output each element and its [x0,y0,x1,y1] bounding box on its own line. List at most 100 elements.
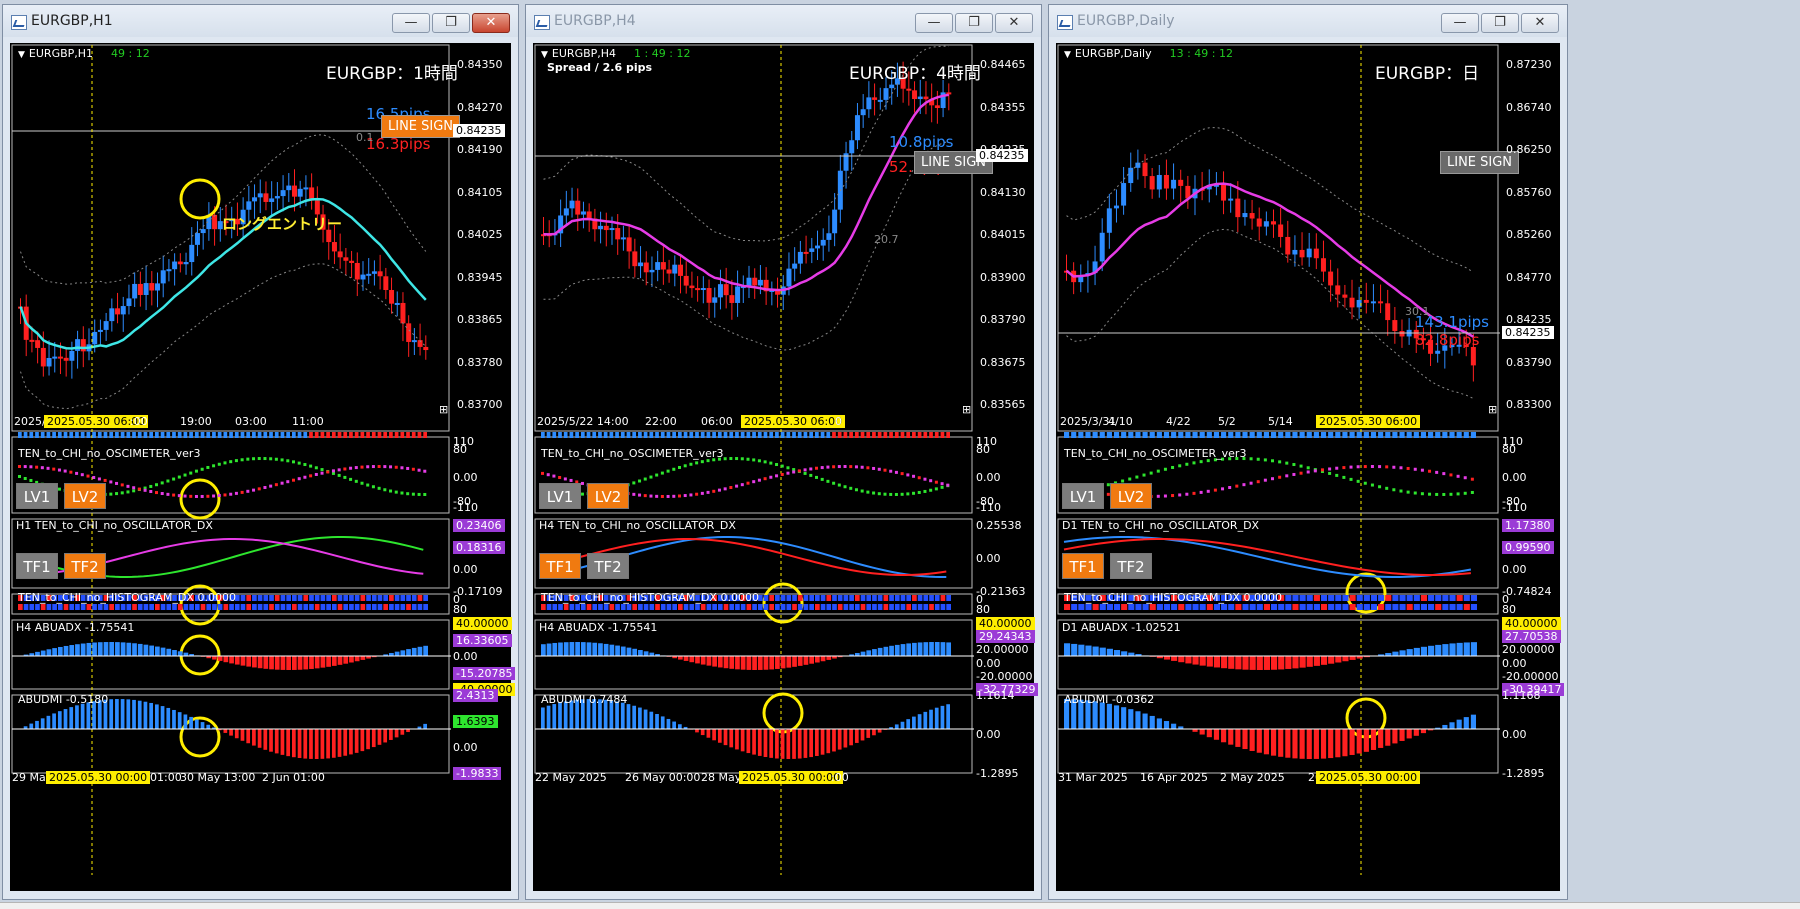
dmi-bar [29,724,33,729]
histogram-cell [292,604,297,610]
signal-strip-cell [298,432,302,438]
window-titlebar[interactable]: EURGBP,H1—❐✕ [3,5,518,37]
lv2-button[interactable]: LV2 [64,483,106,509]
close-button[interactable]: ✕ [995,13,1033,33]
tf1-button[interactable]: TF1 [1062,553,1104,579]
dropdown-triangle-icon[interactable]: ▼ [1064,50,1071,60]
signal-strip-cell [918,432,922,438]
tf2-button[interactable]: TF2 [1110,553,1152,579]
signal-strip-cell [1121,432,1126,438]
crosshair-icon[interactable]: ⊞ [962,403,971,416]
dmi-bar [695,729,699,732]
dropdown-triangle-icon[interactable]: ▼ [541,50,548,60]
maximize-button[interactable]: ❐ [955,13,993,33]
osc-dot [1421,492,1424,495]
histogram-cell [92,604,97,610]
abudmi-title: ABUDMI -0.5180 [18,693,108,706]
adx-bar [1300,656,1306,668]
dmi-bar [343,729,347,756]
side-value: 0.1 [356,131,374,144]
minimize-button[interactable]: — [915,13,953,33]
tf2-button[interactable]: TF2 [64,553,106,579]
adx-bar [878,648,883,656]
histogram-cell [638,604,643,610]
candle-body [1128,168,1133,183]
tf1-button[interactable]: TF1 [16,553,58,579]
histogram-cell [406,595,411,601]
chart-area[interactable]: ▼EURGBP,H149 : 12EURGBP：1時間16.5pips16.3p… [10,43,511,891]
lv2-button[interactable]: LV2 [587,483,629,509]
window-titlebar[interactable]: EURGBP,Daily—❐✕ [1049,5,1567,37]
crosshair-icon[interactable]: ⊞ [1488,403,1497,416]
dmi-bar [878,729,882,733]
histogram-cell [724,604,729,610]
histogram-cell [844,604,849,610]
chart-window-1[interactable]: EURGBP,H4—❐✕ ▼EURGBP,H41 : 49 : 12Spread … [525,4,1042,900]
candle-body [735,286,740,303]
price-tick: 0.83900 [980,271,1026,284]
maximize-button[interactable]: ❐ [432,13,470,33]
osc-dot [1392,488,1395,491]
osc-dot [906,492,909,495]
osc-dot [1457,475,1460,478]
chart-area[interactable]: ▼EURGBP,Daily13 : 49 : 12EURGBP：日143.1pi… [1056,43,1560,891]
close-button[interactable]: ✕ [472,13,510,33]
osc-dot [781,465,784,468]
dropdown-triangle-icon[interactable]: ▼ [18,50,25,60]
signal-strip-cell [81,432,85,438]
candle-body [1292,250,1297,255]
price-tick: 0.84235 [1506,313,1552,326]
chart-window-0[interactable]: EURGBP,H1—❐✕ ▼EURGBP,H149 : 12EURGBP：1時間1… [2,4,519,900]
osc-dot [281,458,284,461]
histogram-cell [303,595,308,601]
lv1-button[interactable]: LV1 [539,483,581,509]
minimize-button[interactable]: — [1441,13,1479,33]
lv1-button[interactable]: LV1 [1062,483,1104,509]
crosshair-icon[interactable]: ⊞ [439,403,448,416]
osc-dot [1385,465,1388,468]
signal-strip-cell [206,432,210,438]
adx-bar [269,656,274,669]
signal-strip-cell [241,432,245,438]
osc-dot [878,468,881,471]
close-button[interactable]: ✕ [1521,13,1559,33]
line-sign-button[interactable]: LINE SIGN [381,115,460,138]
histogram-cell [406,604,411,610]
osc-dot [861,466,864,469]
signal-strip-cell [1250,432,1255,438]
osc-dot [269,485,272,488]
osc-dot [349,467,352,470]
osc-dot [195,470,198,473]
dmi-bar [1228,729,1233,745]
maximize-button[interactable]: ❐ [1481,13,1519,33]
dmi-bar [678,724,682,729]
candle-body [383,276,388,290]
tf1-button[interactable]: TF1 [539,553,581,579]
osc-dot [252,489,255,492]
candle-body [912,90,917,99]
osc-dot [241,491,244,494]
chart-area[interactable]: ▼EURGBP,H41 : 49 : 12Spread / 2.6 pipsEU… [533,43,1034,891]
tf2-button[interactable]: TF2 [587,553,629,579]
osc-dot [178,494,181,497]
histogram-cell [935,595,940,601]
dmi-bar [729,729,733,747]
minimize-button[interactable]: — [392,13,430,33]
adx-bar [638,650,643,656]
dmi-bar [1214,729,1219,740]
dmi-bar [929,710,933,729]
window-titlebar[interactable]: EURGBP,H4—❐✕ [526,5,1041,37]
osc-dot [649,495,652,498]
dmi-bar [872,729,876,735]
histogram-cell [366,595,371,601]
lv1-button[interactable]: LV1 [16,483,58,509]
dmi-bar [849,729,853,745]
candle-body [861,109,866,115]
candle-body [627,237,632,251]
histogram-cell [1385,595,1391,601]
abuadx-scale: 0.00 [1502,657,1527,670]
dmi-bar [895,724,899,729]
chart-window-2[interactable]: EURGBP,Daily—❐✕ ▼EURGBP,Daily13 : 49 : 12… [1048,4,1568,900]
lv2-button[interactable]: LV2 [1110,483,1152,509]
histogram-cell [1350,595,1356,601]
